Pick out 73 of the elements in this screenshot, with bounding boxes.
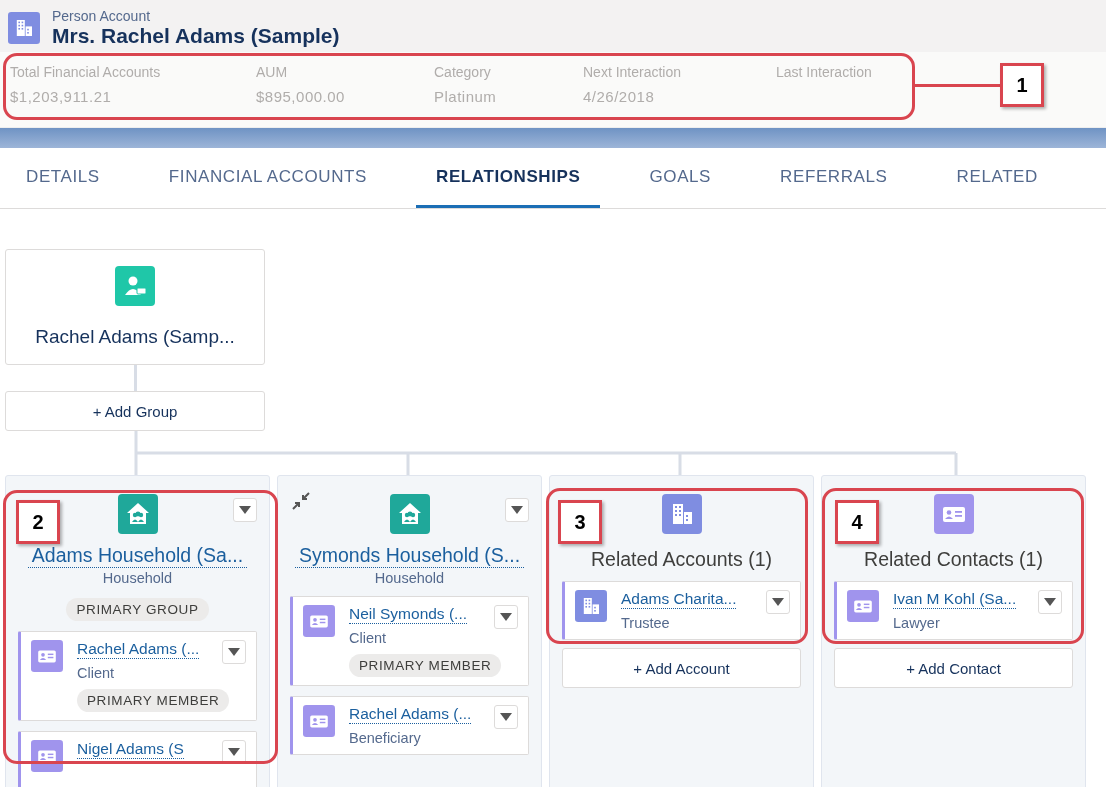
dropdown-button[interactable] <box>494 705 518 729</box>
caret-icon <box>228 648 240 656</box>
contact-card-icon <box>303 705 335 737</box>
callout-number: 3 <box>558 500 602 544</box>
highlight-label: Total Financial Accounts <box>10 64 162 80</box>
member-link[interactable]: Adams Charita... <box>621 590 737 609</box>
section-title: Related Accounts (1) <box>591 548 772 571</box>
tab[interactable]: GOALS <box>629 148 732 208</box>
record-title: Mrs. Rachel Adams (Sample) <box>52 24 340 48</box>
member-link[interactable]: Rachel Adams (... <box>349 705 472 724</box>
member-link[interactable]: Neil Symonds (... <box>349 605 467 624</box>
callout-number: 4 <box>835 500 879 544</box>
caret-icon <box>228 748 240 756</box>
member-link[interactable]: Ivan M Kohl (Sa... <box>893 590 1017 609</box>
contact-card-icon <box>303 605 335 637</box>
section-title: Related Contacts (1) <box>864 548 1043 571</box>
dropdown-button[interactable] <box>494 605 518 629</box>
tab[interactable]: DETAILS <box>26 148 120 208</box>
dropdown-button[interactable] <box>222 740 246 764</box>
highlight-label: Last Interaction <box>776 64 873 80</box>
caret-icon <box>1044 598 1056 606</box>
person-account-icon <box>8 12 40 44</box>
primary-member-badge: PRIMARY MEMBER <box>77 689 230 712</box>
member-link[interactable]: Nigel Adams (S <box>77 740 184 759</box>
tab[interactable]: RELATED <box>936 148 1058 208</box>
tab[interactable]: RELATIONSHIPS <box>416 148 601 208</box>
highlight-label: AUM <box>256 64 289 80</box>
building-icon <box>575 590 607 622</box>
contact-card-icon <box>847 590 879 622</box>
group-type: Household <box>102 570 173 586</box>
callout-number: 2 <box>16 500 60 544</box>
group-type: Household <box>374 570 445 586</box>
add-group-button[interactable]: + Add Group <box>5 391 265 431</box>
contact-card-icon <box>31 740 63 772</box>
caret-icon <box>772 598 784 606</box>
member-role: Lawyer <box>893 615 940 631</box>
contact-card-icon <box>933 494 974 534</box>
group-link[interactable]: Symonds Household (S... <box>294 544 525 568</box>
person-icon <box>115 266 155 306</box>
tab[interactable]: FINANCIAL ACCOUNTS <box>148 148 387 208</box>
highlight-value: $1,203,911.21 <box>10 88 113 105</box>
member-link[interactable]: Rachel Adams (... <box>77 640 200 659</box>
highlight-value: Platinum <box>434 88 498 105</box>
add-button[interactable]: + Add Account <box>562 648 801 688</box>
caret-icon <box>511 506 523 514</box>
member-role: Client <box>77 665 115 681</box>
highlight-label: Category <box>434 64 492 80</box>
tab[interactable]: REFERRALS <box>760 148 908 208</box>
person-name: Rachel Adams (Samp... <box>35 326 235 348</box>
building-icon <box>661 494 702 534</box>
dropdown-button[interactable] <box>1038 590 1062 614</box>
primary-group-badge: PRIMARY GROUP <box>66 598 209 621</box>
contact-card-icon <box>31 640 63 672</box>
dropdown-button[interactable] <box>766 590 790 614</box>
caret-icon <box>239 506 251 514</box>
record-type: Person Account <box>52 8 152 24</box>
member-role: Beneficiary <box>349 730 421 746</box>
dropdown-button[interactable] <box>505 498 529 522</box>
primary-member-badge: PRIMARY MEMBER <box>349 654 502 677</box>
highlight-value: $895,000.00 <box>256 88 346 105</box>
household-icon <box>117 494 158 534</box>
highlight-label: Next Interaction <box>583 64 683 80</box>
add-button[interactable]: + Add Contact <box>834 648 1073 688</box>
callout-number: 1 <box>1000 63 1044 107</box>
member-role: Client <box>349 630 387 646</box>
household-icon <box>389 494 430 534</box>
dropdown-button[interactable] <box>222 640 246 664</box>
member-role: Trustee <box>621 615 670 631</box>
highlight-value: 4/26/2018 <box>583 88 656 105</box>
collapse-icon[interactable] <box>292 492 310 510</box>
dropdown-button[interactable] <box>233 498 257 522</box>
caret-icon <box>500 713 512 721</box>
caret-icon <box>500 613 512 621</box>
